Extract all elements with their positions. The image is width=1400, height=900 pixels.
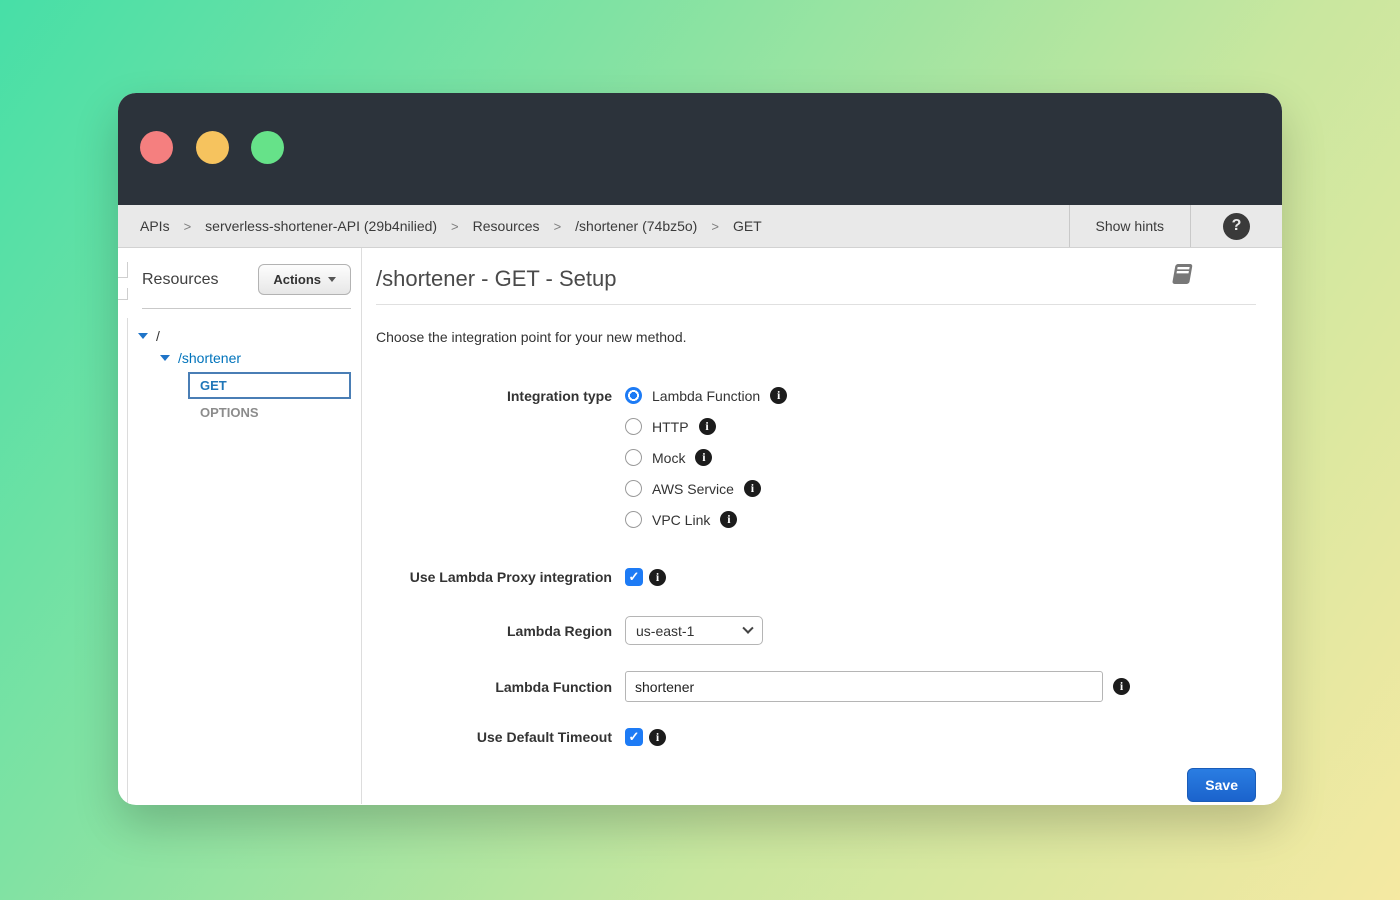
lambda-function-label: Lambda Function	[376, 678, 625, 696]
default-timeout-row: Use Default Timeout ✓ i	[376, 728, 1256, 746]
help-icon: ?	[1223, 213, 1250, 240]
help-button[interactable]: ?	[1190, 205, 1282, 247]
breadcrumb-bar: APIs > serverless-shortener-API (29b4nil…	[118, 205, 1282, 248]
http-radio[interactable]	[625, 418, 642, 435]
lambda-region-label: Lambda Region	[376, 622, 625, 640]
breadcrumb: APIs > serverless-shortener-API (29b4nil…	[118, 205, 1069, 247]
breadcrumb-resource-path[interactable]: /shortener (74bz5o)	[575, 218, 697, 234]
info-icon[interactable]: i	[720, 511, 737, 528]
lambda-region-value: us-east-1	[636, 623, 694, 639]
sidebar-title: Resources	[142, 271, 218, 289]
info-icon[interactable]: i	[699, 418, 716, 435]
save-row: Save	[376, 768, 1256, 802]
panel-edge-fragment	[118, 262, 128, 278]
caret-down-icon	[328, 277, 336, 282]
info-icon[interactable]: i	[649, 569, 666, 586]
proxy-integration-checkbox[interactable]: ✓	[625, 568, 643, 586]
integration-type-row: Integration type Lambda Function i HTTP …	[376, 387, 1256, 528]
tree-item-root[interactable]: /	[156, 328, 160, 344]
info-icon[interactable]: i	[744, 480, 761, 497]
proxy-integration-label: Use Lambda Proxy integration	[376, 568, 625, 586]
breadcrumb-separator: >	[451, 219, 459, 234]
radio-label: AWS Service	[652, 481, 734, 497]
breadcrumb-apis[interactable]: APIs	[140, 218, 170, 234]
breadcrumb-api-name[interactable]: serverless-shortener-API (29b4nilied)	[205, 218, 437, 234]
setup-form: Integration type Lambda Function i HTTP …	[376, 387, 1256, 802]
resource-tree: / /shortener GET OPTIONS	[138, 325, 351, 420]
lambda-function-input[interactable]	[625, 671, 1103, 702]
method-setup-panel: /shortener - GET - Setup Choose the inte…	[361, 248, 1282, 804]
aws-service-radio[interactable]	[625, 480, 642, 497]
chevron-down-icon	[742, 622, 753, 633]
vpc-link-radio[interactable]	[625, 511, 642, 528]
info-icon[interactable]: i	[1113, 678, 1130, 695]
radio-label: Mock	[652, 450, 685, 466]
lambda-function-radio[interactable]	[625, 387, 642, 404]
breadcrumb-separator: >	[554, 219, 562, 234]
collapse-root-icon[interactable]	[138, 333, 148, 339]
proxy-integration-row: Use Lambda Proxy integration ✓ i	[376, 568, 1256, 586]
radio-row-lambda-function: Lambda Function i	[625, 387, 787, 404]
header-divider	[376, 304, 1256, 305]
radio-row-vpc-link: VPC Link i	[625, 511, 787, 528]
info-icon[interactable]: i	[649, 729, 666, 746]
radio-row-mock: Mock i	[625, 449, 787, 466]
close-window-button[interactable]	[140, 131, 173, 164]
documentation-book-icon[interactable]	[1168, 262, 1194, 286]
radio-label: Lambda Function	[652, 388, 760, 404]
zoom-window-button[interactable]	[251, 131, 284, 164]
show-hints-button[interactable]: Show hints	[1069, 205, 1190, 247]
tree-item-method-get[interactable]: GET	[188, 372, 351, 399]
setup-description: Choose the integration point for your ne…	[376, 329, 1256, 345]
collapse-resource-icon[interactable]	[160, 355, 170, 361]
mock-radio[interactable]	[625, 449, 642, 466]
page-title: /shortener - GET - Setup	[376, 266, 616, 292]
tree-item-method-options[interactable]: OPTIONS	[200, 405, 351, 420]
breadcrumb-resources[interactable]: Resources	[473, 218, 540, 234]
radio-row-http: HTTP i	[625, 418, 787, 435]
minimize-window-button[interactable]	[196, 131, 229, 164]
sidebar-divider	[142, 308, 351, 309]
info-icon[interactable]: i	[770, 387, 787, 404]
collapsed-panel-edge	[118, 248, 128, 804]
panel-edge-fragment	[118, 288, 128, 300]
default-timeout-checkbox[interactable]: ✓	[625, 728, 643, 746]
info-icon[interactable]: i	[695, 449, 712, 466]
radio-label: HTTP	[652, 419, 689, 435]
save-button[interactable]: Save	[1187, 768, 1256, 802]
tree-item-shortener[interactable]: /shortener	[178, 350, 241, 366]
lambda-region-select[interactable]: us-east-1	[625, 616, 763, 645]
radio-row-aws-service: AWS Service i	[625, 480, 787, 497]
actions-button-label: Actions	[273, 272, 321, 287]
breadcrumb-method[interactable]: GET	[733, 218, 762, 234]
breadcrumb-separator: >	[184, 219, 192, 234]
radio-label: VPC Link	[652, 512, 710, 528]
resources-sidebar: Resources Actions / /shortener GET OPTIO…	[128, 248, 361, 804]
app-window: APIs > serverless-shortener-API (29b4nil…	[118, 93, 1282, 805]
content-area: Resources Actions / /shortener GET OPTIO…	[118, 248, 1282, 804]
lambda-function-row: Lambda Function i	[376, 671, 1256, 702]
window-titlebar	[118, 93, 1282, 205]
integration-type-label: Integration type	[376, 387, 625, 405]
default-timeout-label: Use Default Timeout	[376, 728, 625, 746]
actions-dropdown-button[interactable]: Actions	[258, 264, 351, 295]
breadcrumb-separator: >	[711, 219, 719, 234]
lambda-region-row: Lambda Region us-east-1	[376, 616, 1256, 645]
